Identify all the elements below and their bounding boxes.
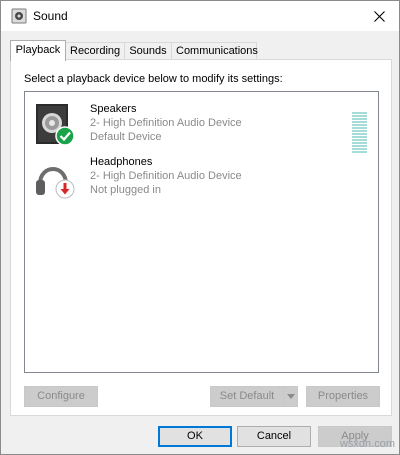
volume-meter xyxy=(352,112,367,154)
set-default-dropdown[interactable] xyxy=(283,386,298,407)
playback-panel: Select a playback device below to modify… xyxy=(10,59,392,416)
tab-recording[interactable]: Recording xyxy=(65,42,125,59)
cancel-button[interactable]: Cancel xyxy=(237,426,311,447)
device-name: Speakers xyxy=(90,103,137,115)
device-driver: 2- High Definition Audio Device xyxy=(90,117,242,129)
check-icon xyxy=(55,126,75,146)
close-icon xyxy=(373,10,385,22)
device-status: Not plugged in xyxy=(90,184,161,196)
device-driver: 2- High Definition Audio Device xyxy=(90,170,242,182)
tab-communications[interactable]: Communications xyxy=(171,42,258,59)
set-default-button[interactable]: Set Default xyxy=(210,386,284,407)
title-bar: Sound xyxy=(1,1,399,31)
device-status: Default Device xyxy=(90,131,162,143)
device-list[interactable]: Speakers 2- High Definition Audio Device… xyxy=(24,91,379,373)
ok-button[interactable]: OK xyxy=(158,426,232,447)
sound-dialog: Sound Playback Recording Sounds Communic… xyxy=(0,0,400,455)
close-button[interactable] xyxy=(359,1,399,31)
headphones-icon xyxy=(36,167,75,199)
watermark: wsxdn.com xyxy=(339,438,395,450)
speaker-icon xyxy=(36,104,75,146)
window-title: Sound xyxy=(33,9,68,23)
chevron-down-icon xyxy=(286,394,295,399)
device-item-speakers[interactable]: Speakers 2- High Definition Audio Device… xyxy=(25,101,378,154)
device-name: Headphones xyxy=(90,156,153,168)
device-item-headphones[interactable]: Headphones 2- High Definition Audio Devi… xyxy=(25,154,378,204)
instruction-text: Select a playback device below to modify… xyxy=(24,73,283,85)
tab-playback[interactable]: Playback xyxy=(10,40,66,61)
tab-sounds[interactable]: Sounds xyxy=(124,42,172,59)
properties-button[interactable]: Properties xyxy=(306,386,380,407)
configure-button[interactable]: Configure xyxy=(24,386,98,407)
speaker-icon xyxy=(11,8,27,24)
